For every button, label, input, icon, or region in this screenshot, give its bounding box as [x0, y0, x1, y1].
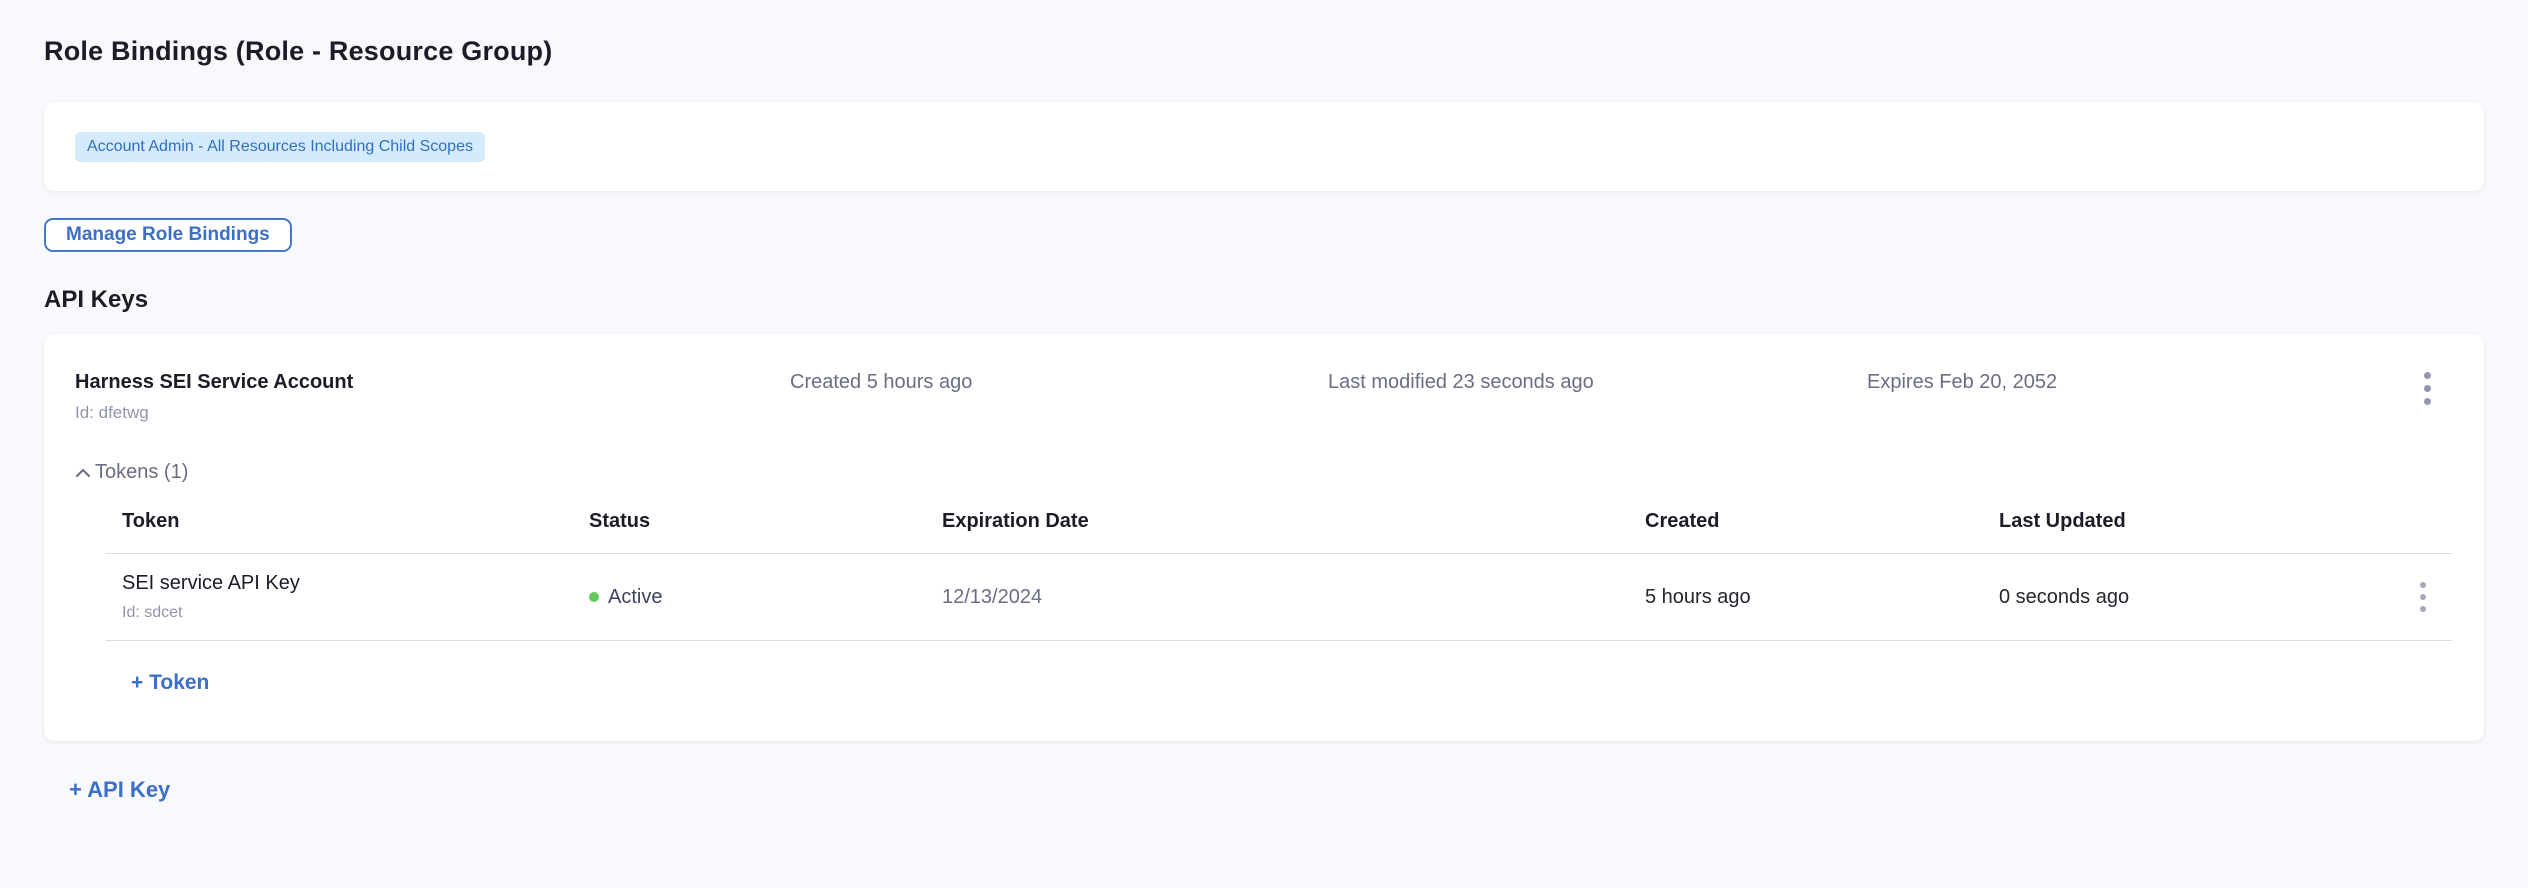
role-bindings-title: Role Bindings (Role - Resource Group): [44, 38, 2484, 65]
token-name: SEI service API Key: [122, 572, 557, 595]
token-id: Id: sdcet: [122, 603, 557, 622]
service-account-id: Id: dfetwg: [75, 403, 790, 423]
account-last-modified-text: Last modified 23 seconds ago: [1328, 370, 1867, 394]
token-expiration-date: 12/13/2024: [926, 554, 1629, 641]
tokens-collapse-toggle[interactable]: Tokens (1): [75, 461, 188, 484]
kebab-dot: [2424, 372, 2431, 379]
kebab-dot: [2420, 606, 2426, 612]
account-created-text: Created 5 hours ago: [790, 370, 1328, 394]
kebab-dot: [2424, 398, 2431, 405]
column-header-expiration-date: Expiration Date: [926, 494, 1629, 554]
service-account-header-row: Harness SEI Service Account Id: dfetwg C…: [75, 370, 2453, 423]
status-active-dot-icon: [589, 592, 599, 602]
tokens-table: Token Status Expiration Date Created Las…: [106, 494, 2452, 641]
service-account-identity: Harness SEI Service Account Id: dfetwg: [75, 370, 790, 423]
chevron-up-icon: [75, 468, 91, 478]
account-expires-text: Expires Feb 20, 2052: [1867, 370, 2414, 394]
token-menu-icon[interactable]: [2410, 580, 2436, 614]
api-keys-title: API Keys: [44, 288, 2484, 312]
add-token-button[interactable]: + Token: [131, 671, 209, 695]
token-last-updated: 0 seconds ago: [1983, 554, 2315, 641]
service-account-page: Role Bindings (Role - Resource Group) Ac…: [0, 0, 2528, 803]
token-created: 5 hours ago: [1629, 554, 1983, 641]
column-header-last-updated: Last Updated: [1983, 494, 2315, 554]
column-header-status: Status: [573, 494, 926, 554]
token-name-cell: SEI service API Key Id: sdcet: [106, 554, 573, 641]
kebab-dot: [2420, 594, 2426, 600]
token-table-row: SEI service API Key Id: sdcet Active 12/…: [106, 554, 2452, 641]
role-bindings-card: Account Admin - All Resources Including …: [44, 102, 2484, 191]
service-account-name: Harness SEI Service Account: [75, 370, 790, 394]
role-binding-tag: Account Admin - All Resources Including …: [75, 132, 485, 162]
tokens-table-header-row: Token Status Expiration Date Created Las…: [106, 494, 2452, 554]
api-key-card: Harness SEI Service Account Id: dfetwg C…: [44, 334, 2484, 741]
column-header-token: Token: [106, 494, 573, 554]
column-header-created: Created: [1629, 494, 1983, 554]
tokens-toggle-label: Tokens (1): [95, 461, 188, 484]
token-status-cell: Active: [573, 554, 926, 641]
kebab-dot: [2420, 582, 2426, 588]
manage-role-bindings-button[interactable]: Manage Role Bindings: [44, 218, 292, 252]
account-menu-icon[interactable]: [2414, 370, 2441, 407]
token-status-label: Active: [608, 586, 662, 609]
column-header-menu: [2315, 494, 2452, 554]
token-menu-cell: [2315, 554, 2452, 641]
add-api-key-button[interactable]: + API Key: [69, 777, 170, 803]
kebab-dot: [2424, 385, 2431, 392]
